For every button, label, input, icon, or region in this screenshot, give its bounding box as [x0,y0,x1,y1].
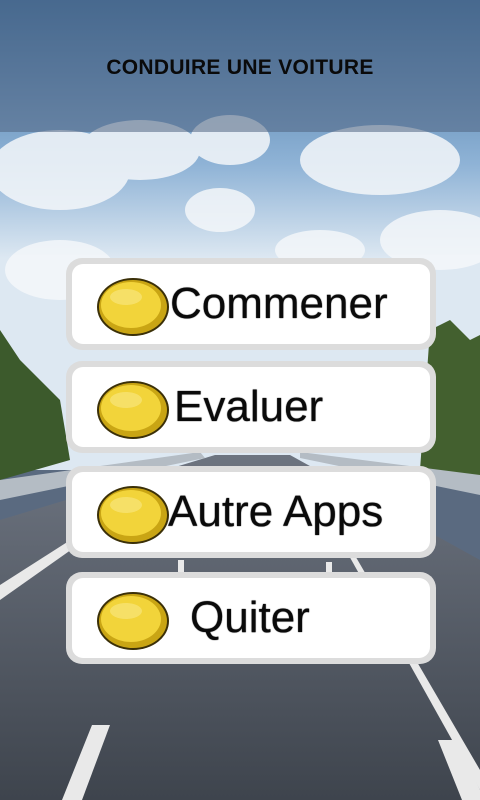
title-bar: CONDUIRE UNE VOITURE [0,0,480,132]
gold-coin-icon [97,381,169,439]
other-apps-button-label: Autre Apps [168,487,384,536]
rate-button[interactable]: Evaluer [66,361,436,453]
start-button-label: Commener [170,279,388,328]
other-apps-button[interactable]: Autre Apps [66,466,436,558]
page-title: CONDUIRE UNE VOITURE [106,56,374,79]
gold-coin-icon [97,278,169,336]
quit-button-label: Quiter [190,593,310,642]
quit-button[interactable]: Quiter [66,572,436,664]
gold-coin-icon [97,592,169,650]
start-button[interactable]: Commener [66,258,436,350]
rate-button-label: Evaluer [174,382,324,431]
gold-coin-icon [97,486,169,544]
